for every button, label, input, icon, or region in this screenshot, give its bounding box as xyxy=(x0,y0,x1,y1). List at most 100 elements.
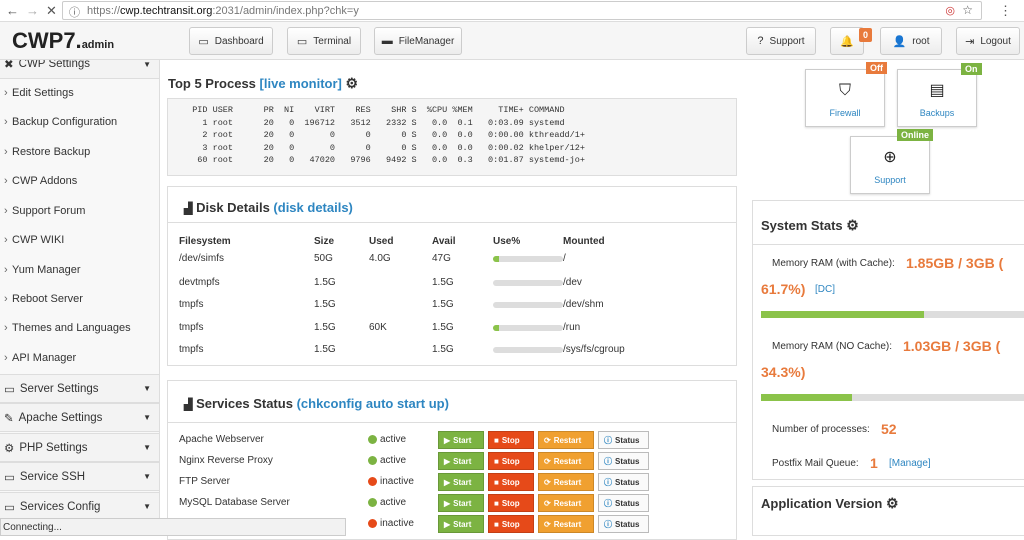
service-stop-button[interactable]: ■ Stop xyxy=(488,452,534,470)
disk-usage-bar xyxy=(493,347,563,353)
logout-button[interactable]: ⇥ Logout xyxy=(956,27,1020,55)
manage-link[interactable]: [Manage] xyxy=(889,458,931,469)
stop-icon[interactable]: ✕ xyxy=(46,3,57,19)
info-icon[interactable]: ⓘ xyxy=(69,4,80,20)
sidebar-section-services-config[interactable]: ▭ Services Config ▼ xyxy=(0,492,159,521)
sidebar-item-support-forum[interactable]: Support Forum xyxy=(0,205,159,217)
logo[interactable]: CWP7.admin xyxy=(12,28,114,54)
service-restart-button[interactable]: ⟳ Restart xyxy=(538,473,594,491)
service-restart-button[interactable]: ⟳ Restart xyxy=(538,452,594,470)
sidebar-section-php-settings[interactable]: ⚙ PHP Settings ▼ xyxy=(0,433,159,462)
service-start-button[interactable]: ▶ Start xyxy=(438,515,484,533)
support-quick-button[interactable]: ⊕ Support xyxy=(850,136,930,194)
top-process-title: Top 5 Process [live monitor] ⚙ xyxy=(168,75,359,91)
service-status-button[interactable]: ⓘ Status xyxy=(598,494,649,512)
stop-icon: ■ xyxy=(494,435,499,445)
monitor-icon: ▭ xyxy=(4,471,15,484)
disk-details-link[interactable]: (disk details) xyxy=(273,200,352,215)
gear-icon[interactable]: ⚙ xyxy=(886,495,899,511)
gear-icon[interactable]: ⚙ xyxy=(846,217,859,233)
service-state-text: inactive xyxy=(380,476,414,487)
play-icon: ▶ xyxy=(444,498,451,508)
sidebar-item-backup-configuration[interactable]: Backup Configuration xyxy=(0,116,159,128)
service-state-text: active xyxy=(380,497,407,508)
sidebar-item-reboot-server[interactable]: Reboot Server xyxy=(0,293,159,305)
process-line: 60 root 20 0 47020 9796 9492 S 0.0 0.3 0… xyxy=(182,155,585,165)
address-bar[interactable]: ⓘ https://cwp.techtransit.org:2031/admin… xyxy=(62,1,982,20)
check-circle-icon xyxy=(368,455,377,465)
service-restart-button[interactable]: ⟳ Restart xyxy=(538,494,594,512)
terminal-button[interactable]: ▭ Terminal xyxy=(287,27,361,55)
service-status-button[interactable]: ⓘ Status xyxy=(598,452,649,470)
shield-icon[interactable]: ◎ xyxy=(945,4,955,17)
forward-icon[interactable]: → xyxy=(26,3,39,18)
firewall-quick-button[interactable]: ⛉ Firewall xyxy=(805,69,885,127)
disk-size: 1.5G xyxy=(314,299,336,310)
sidebar-item-yum-manager[interactable]: Yum Manager xyxy=(0,264,159,276)
column-header: Use% xyxy=(493,236,521,247)
sidebar-item-themes-languages[interactable]: Themes and Languages xyxy=(0,322,159,334)
service-status-button[interactable]: ⓘ Status xyxy=(598,515,649,533)
disk-mount: / xyxy=(563,253,566,264)
system-stats-title: System Stats ⚙ xyxy=(761,217,859,233)
sidebar-item-api-manager[interactable]: API Manager xyxy=(0,352,159,364)
sidebar-item-cwp-addons[interactable]: CWP Addons xyxy=(0,175,159,187)
dc-link[interactable]: [DC] xyxy=(815,284,835,295)
sidebar-section-server-settings[interactable]: ▭ Server Settings ▼ xyxy=(0,374,159,403)
back-icon[interactable]: ← xyxy=(6,3,19,18)
feather-icon: ✎ xyxy=(4,412,14,425)
server-icon: ▭ xyxy=(4,383,15,396)
service-button-label: Restart xyxy=(553,498,582,508)
ram-nocache-percent: 34.3%) xyxy=(761,364,806,380)
service-start-button[interactable]: ▶ Start xyxy=(438,494,484,512)
sidebar-item-edit-settings[interactable]: Edit Settings xyxy=(0,87,159,99)
logout-icon: ⇥ xyxy=(965,35,975,48)
user-icon: 👤 xyxy=(892,35,907,48)
sidebar-section-service-ssh[interactable]: ▭ Service SSH ▼ xyxy=(0,462,159,491)
dashboard-button[interactable]: ▭ Dashboard xyxy=(189,27,273,55)
disk-filesystem: tmpfs xyxy=(179,299,204,310)
service-start-button[interactable]: ▶ Start xyxy=(438,431,484,449)
backups-quick-button[interactable]: ▤ Backups xyxy=(897,69,977,127)
tools-icon: ✖ xyxy=(4,60,14,71)
info-icon: ⓘ xyxy=(604,435,612,445)
notification-count-badge: 0 xyxy=(859,28,873,42)
ram-cache-label: Memory RAM (with Cache): xyxy=(772,258,895,269)
application-version-panel: Application Version ⚙ xyxy=(752,486,1024,536)
service-stop-button[interactable]: ■ Stop xyxy=(488,494,534,512)
sidebar-section-apache-settings[interactable]: ✎ Apache Settings ▼ xyxy=(0,403,159,432)
column-header: Mounted xyxy=(563,236,605,247)
column-header: Avail xyxy=(432,236,456,247)
service-state-text: active xyxy=(380,434,407,445)
sidebar-item-restore-backup[interactable]: Restore Backup xyxy=(0,146,159,158)
service-restart-button[interactable]: ⟳ Restart xyxy=(538,515,594,533)
menu-icon[interactable]: ⋮ xyxy=(999,3,1012,19)
service-start-button[interactable]: ▶ Start xyxy=(438,473,484,491)
service-status-button[interactable]: ⓘ Status xyxy=(598,473,649,491)
user-menu[interactable]: 👤 root xyxy=(880,27,942,55)
live-monitor-link[interactable]: [live monitor] xyxy=(260,76,342,91)
filemanager-button[interactable]: ▬ FileManager xyxy=(374,27,462,55)
support-status-badge: Online xyxy=(897,129,934,141)
sidebar-section-cwp-settings[interactable]: ✖ CWP Settings ▼ xyxy=(0,60,159,79)
bell-icon: 🔔 xyxy=(840,35,854,48)
browser-status-bar: Connecting... xyxy=(0,518,346,536)
service-stop-button[interactable]: ■ Stop xyxy=(488,515,534,533)
service-status-button[interactable]: ⓘ Status xyxy=(598,431,649,449)
question-icon: ? xyxy=(757,35,764,47)
service-stop-button[interactable]: ■ Stop xyxy=(488,473,534,491)
bar-chart-icon: ▟ xyxy=(184,399,193,411)
gear-icon[interactable]: ⚙ xyxy=(346,75,359,91)
url-text: https://cwp.techtransit.org:2031/admin/i… xyxy=(87,5,359,17)
support-button[interactable]: ? Support xyxy=(746,27,816,55)
service-restart-button[interactable]: ⟳ Restart xyxy=(538,431,594,449)
chkconfig-link[interactable]: (chkconfig auto start up) xyxy=(297,396,449,411)
disk-details-panel: ▟ Disk Details (disk details) Filesystem… xyxy=(167,186,737,366)
disk-size: 1.5G xyxy=(314,322,336,333)
service-stop-button[interactable]: ■ Stop xyxy=(488,431,534,449)
service-button-label: Start xyxy=(453,477,472,487)
bookmark-star-icon[interactable]: ☆ xyxy=(962,3,973,17)
sidebar-item-cwp-wiki[interactable]: CWP WIKI xyxy=(0,234,159,246)
disk-size: 1.5G xyxy=(314,277,336,288)
service-start-button[interactable]: ▶ Start xyxy=(438,452,484,470)
